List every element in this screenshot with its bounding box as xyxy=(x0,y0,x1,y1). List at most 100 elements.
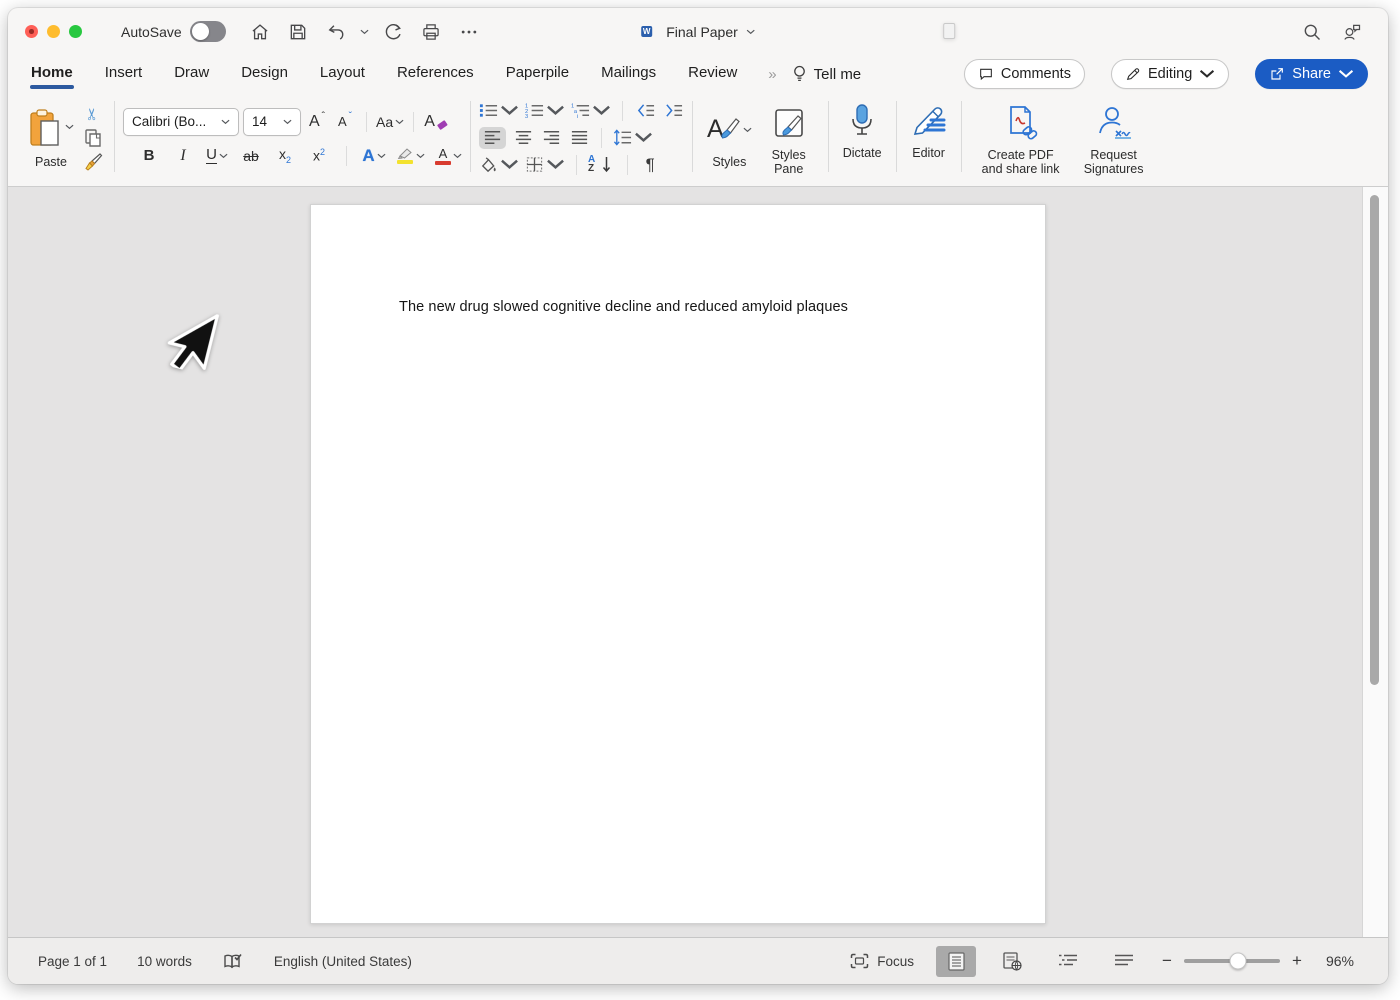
shrink-font-button[interactable]: Aˇ xyxy=(333,110,357,134)
format-painter-button[interactable] xyxy=(80,150,106,174)
home-button[interactable] xyxy=(246,18,274,46)
undo-button[interactable] xyxy=(322,18,350,46)
zoom-slider-thumb[interactable] xyxy=(1230,953,1247,970)
align-left-button[interactable] xyxy=(479,127,506,149)
chevron-down-icon xyxy=(1199,66,1215,82)
tab-insert[interactable]: Insert xyxy=(104,60,144,89)
font-color-button[interactable]: A xyxy=(435,144,462,168)
language-status[interactable]: English (United States) xyxy=(274,954,412,969)
multilevel-list-icon: 1ai xyxy=(571,102,590,119)
tab-review[interactable]: Review xyxy=(687,60,738,89)
proofing-status-button[interactable] xyxy=(222,952,244,970)
tab-paperpile[interactable]: Paperpile xyxy=(505,60,570,89)
cut-button[interactable]: ✂ xyxy=(80,102,106,126)
web-layout-view-button[interactable] xyxy=(992,946,1032,977)
editing-mode-button[interactable]: Editing xyxy=(1111,59,1229,89)
increase-indent-button[interactable] xyxy=(662,100,684,122)
tab-overflow-chevrons[interactable]: » xyxy=(768,66,777,83)
document-title-area[interactable]: W Final Paper xyxy=(641,8,755,55)
underline-button[interactable]: U xyxy=(205,144,229,168)
search-button[interactable] xyxy=(1302,22,1322,42)
paste-button[interactable]: Paste xyxy=(22,104,80,171)
line-spacing-icon xyxy=(613,129,632,146)
send-feedback-button[interactable] xyxy=(1342,22,1362,42)
tab-draw[interactable]: Draw xyxy=(173,60,210,89)
decrease-indent-button[interactable] xyxy=(634,100,656,122)
subscript-button[interactable]: x2 xyxy=(273,144,297,168)
focus-mode-button[interactable]: Focus xyxy=(850,953,914,969)
grow-font-button[interactable]: Aˆ xyxy=(305,110,329,134)
zoom-out-button[interactable]: − xyxy=(1160,951,1174,971)
document-body-text[interactable]: The new drug slowed cognitive decline an… xyxy=(311,205,1045,315)
zoom-slider[interactable] xyxy=(1184,959,1280,963)
dictate-button[interactable]: Dictate xyxy=(837,95,888,180)
document-page[interactable]: The new drug slowed cognitive decline an… xyxy=(310,204,1046,924)
close-window-button[interactable] xyxy=(25,25,38,38)
chevron-down-icon xyxy=(500,102,519,119)
tell-me-button[interactable]: Tell me xyxy=(792,64,862,84)
chevron-down-icon xyxy=(592,102,611,119)
zoom-controls: − + 96% xyxy=(1160,951,1354,971)
create-pdf-share-link-button[interactable]: Create PDF and share link xyxy=(970,97,1072,179)
align-right-button[interactable] xyxy=(540,127,562,149)
editor-button[interactable]: Editor xyxy=(905,95,953,180)
tab-mailings[interactable]: Mailings xyxy=(600,60,657,89)
copy-button[interactable] xyxy=(80,126,106,150)
paint-bucket-icon xyxy=(479,156,498,173)
request-signatures-button[interactable]: Request Signatures xyxy=(1072,97,1156,179)
more-commands-button[interactable] xyxy=(455,18,483,46)
align-center-button[interactable] xyxy=(512,127,534,149)
autosave-toggle[interactable] xyxy=(190,21,226,42)
multilevel-list-button[interactable]: 1ai xyxy=(571,100,611,122)
print-button[interactable] xyxy=(417,18,445,46)
format-painter-icon xyxy=(83,152,103,172)
outline-view-button[interactable] xyxy=(1048,946,1088,977)
tab-home[interactable]: Home xyxy=(30,60,74,89)
sort-button[interactable]: AZ xyxy=(588,154,616,176)
undo-dropdown-chevron-icon[interactable] xyxy=(360,29,369,35)
superscript-button[interactable]: x2 xyxy=(307,144,331,168)
page-count[interactable]: Page 1 of 1 xyxy=(38,954,107,969)
clear-formatting-button[interactable]: A xyxy=(423,110,447,134)
vertical-scrollbar-thumb[interactable] xyxy=(1370,195,1379,685)
styles-button[interactable]: A Styles xyxy=(701,104,758,171)
tab-references[interactable]: References xyxy=(396,60,475,89)
document-workspace: The new drug slowed cognitive decline an… xyxy=(8,187,1388,937)
highlight-color-button[interactable] xyxy=(396,144,425,168)
numbered-list-button[interactable]: 123 xyxy=(525,100,565,122)
share-button[interactable]: Share xyxy=(1255,59,1368,89)
italic-button[interactable]: I xyxy=(171,144,195,168)
word-count[interactable]: 10 words xyxy=(137,954,192,969)
shading-button[interactable] xyxy=(479,154,519,176)
draft-view-button[interactable] xyxy=(1104,946,1144,977)
show-formatting-marks-button[interactable]: ¶ xyxy=(639,154,661,176)
text-effects-button[interactable]: A xyxy=(362,144,386,168)
font-size-select[interactable]: 14 xyxy=(243,108,301,136)
bold-button[interactable]: B xyxy=(137,144,161,168)
borders-icon xyxy=(525,156,544,173)
strikethrough-button[interactable]: ab xyxy=(239,144,263,168)
tab-layout[interactable]: Layout xyxy=(319,60,366,89)
draft-view-icon xyxy=(1114,953,1134,969)
bullet-list-button[interactable] xyxy=(479,100,519,122)
save-button[interactable] xyxy=(284,18,312,46)
justify-button[interactable] xyxy=(568,127,590,149)
comments-button[interactable]: Comments xyxy=(964,59,1085,89)
chevron-down-icon xyxy=(377,153,386,159)
print-layout-view-button[interactable] xyxy=(936,946,976,977)
styles-pane-button[interactable]: Styles Pane xyxy=(758,97,820,179)
zoom-window-button[interactable] xyxy=(69,25,82,38)
zoom-in-button[interactable]: + xyxy=(1290,951,1304,971)
word-document-icon: W xyxy=(641,23,658,41)
vertical-scrollbar-track[interactable] xyxy=(1362,187,1388,937)
tab-design[interactable]: Design xyxy=(240,60,289,89)
zoom-level[interactable]: 96% xyxy=(1314,953,1354,969)
line-spacing-button[interactable] xyxy=(613,127,653,149)
eraser-icon xyxy=(437,119,448,129)
minimize-window-button[interactable] xyxy=(47,25,60,38)
borders-button[interactable] xyxy=(525,154,565,176)
change-case-button[interactable]: Aa xyxy=(376,110,404,134)
chevron-down-icon xyxy=(546,102,565,119)
font-name-select[interactable]: Calibri (Bo... xyxy=(123,108,239,136)
redo-button[interactable] xyxy=(379,18,407,46)
